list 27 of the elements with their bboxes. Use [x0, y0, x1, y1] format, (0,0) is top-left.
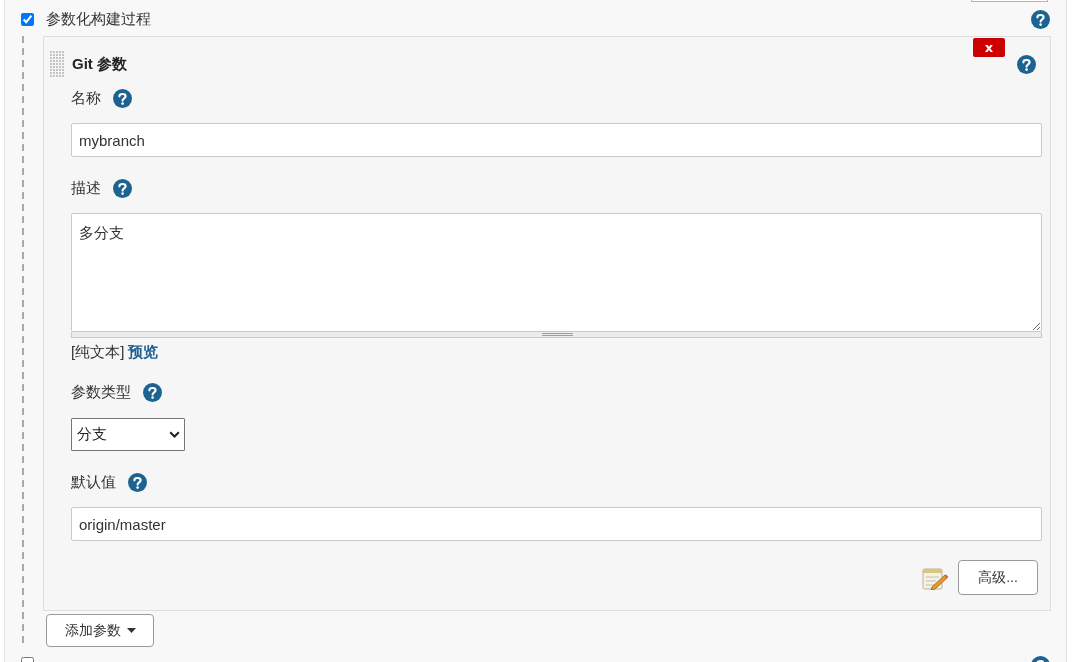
checkbox[interactable] [21, 12, 34, 26]
checkbox-label: 参数化构建过程 [46, 9, 151, 29]
textarea-field[interactable]: 多分支 [71, 213, 1042, 332]
text-field[interactable]: mybranch [71, 123, 1042, 157]
help-icon[interactable] [143, 382, 162, 402]
advanced-button[interactable]: 高级... [958, 560, 1038, 595]
help-icon[interactable] [113, 88, 132, 108]
caret-down-icon [126, 628, 136, 633]
preview-link[interactable]: 预览 [128, 342, 159, 362]
text-field[interactable]: origin/master [71, 507, 1042, 541]
field-label: 名称 [71, 88, 101, 108]
field-label: 参数类型 [71, 382, 131, 402]
help-icon[interactable] [128, 472, 147, 492]
delete-button[interactable]: x [973, 38, 1005, 57]
type-dropdown[interactable]: 分支 [71, 418, 185, 451]
notepad-pencil-icon [922, 565, 948, 590]
drag-handle-icon[interactable] [50, 50, 64, 78]
field-label: 描述 [71, 178, 101, 198]
help-icon[interactable] [1017, 54, 1036, 74]
add-parameter-button[interactable]: 添加参数 [46, 614, 154, 647]
resize-handle[interactable] [71, 332, 1042, 338]
chevron-down-icon [169, 431, 180, 438]
parameter-title: Git 参数 [72, 54, 127, 74]
help-icon[interactable] [113, 178, 132, 198]
help-icon[interactable] [1031, 9, 1050, 29]
format-label: [纯文本] [71, 342, 125, 362]
field-label: 默认值 [71, 472, 116, 492]
